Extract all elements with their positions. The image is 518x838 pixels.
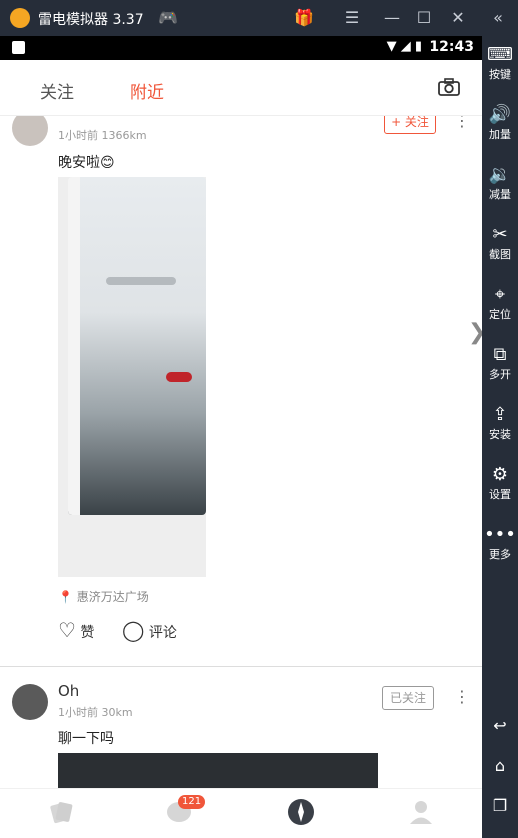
signal-battery-icons: ▼ ◢ ▮: [386, 39, 422, 54]
location-pin-icon: ⌖: [494, 284, 506, 305]
volume-up-icon: 🔊: [488, 104, 512, 125]
comment-bubble-icon: ◯: [122, 618, 145, 642]
sidebar-item-settings[interactable]: ⚙ 设置: [482, 462, 518, 512]
keyboard-icon: ⌨: [487, 44, 513, 65]
sidebar-item-label: 多开: [489, 368, 511, 381]
tab-nearby[interactable]: 附近: [130, 78, 164, 103]
sidebar-item-more[interactable]: ••• 更多: [482, 522, 518, 572]
gamepad-icon[interactable]: 🎮: [156, 6, 180, 30]
chevron-right-icon[interactable]: ❯: [468, 320, 482, 345]
follow-button[interactable]: + 关注: [384, 116, 436, 134]
sidebar-item-label: 按键: [489, 68, 511, 81]
maximize-icon[interactable]: ☐: [412, 6, 436, 30]
emulator-sidebar: ⌨ 按键 🔊 加量 🔉 减量 ✂ 截图 ⌖ 定位 ⧉ 多开 ⇪ 安装 ⚙ 设置 …: [482, 36, 518, 838]
gift-icon[interactable]: 🎁: [292, 6, 316, 30]
sidebar-item-multi-instance[interactable]: ⧉ 多开: [482, 342, 518, 392]
home-icon[interactable]: ⌂: [488, 754, 512, 778]
compass-icon[interactable]: [286, 797, 316, 827]
comment-button[interactable]: ◯ 评论: [122, 618, 177, 642]
close-icon[interactable]: ✕: [446, 6, 470, 30]
followed-button[interactable]: 已关注: [382, 686, 434, 710]
scissors-icon: ✂: [492, 224, 508, 245]
sidebar-item-screenshot[interactable]: ✂ 截图: [482, 222, 518, 272]
window-title: 雷电模拟器 3.37: [38, 12, 144, 28]
bottom-nav: 121: [0, 788, 482, 838]
location-label: 惠济万达广场: [76, 590, 149, 604]
sidebar-item-volume-up[interactable]: 🔊 加量: [482, 102, 518, 152]
menu-icon[interactable]: ☰: [340, 6, 364, 30]
post-divider: [0, 666, 482, 667]
post-meta: 1小时前 30km: [58, 706, 133, 719]
avatar[interactable]: [12, 116, 48, 146]
recent-apps-icon[interactable]: ❐: [488, 794, 512, 818]
multi-instance-icon: ⧉: [493, 344, 507, 365]
like-label: 赞: [80, 625, 95, 641]
emulator-titlebar: 雷电模拟器 3.37 🎮 🎁 ☰ — ☐ ✕ «: [0, 0, 518, 36]
sidebar-item-keys[interactable]: ⌨ 按键: [482, 42, 518, 92]
tab-follow[interactable]: 关注: [40, 78, 74, 103]
unread-badge: 121: [178, 795, 206, 809]
sidebar-item-volume-down[interactable]: 🔉 减量: [482, 162, 518, 212]
post-meta: 1小时前 1366km: [58, 129, 147, 142]
sidebar-item-label: 截图: [489, 248, 511, 261]
android-statusbar: ▼ ◢ ▮ 12:43: [0, 36, 482, 60]
profile-icon[interactable]: [406, 797, 436, 827]
back-icon[interactable]: ↩: [488, 714, 512, 738]
post-image[interactable]: [58, 177, 206, 577]
sidebar-item-label: 更多: [489, 548, 511, 561]
volume-down-icon: 🔉: [488, 164, 512, 185]
location-pin-icon: 📍: [58, 590, 73, 604]
username[interactable]: Oh: [58, 682, 79, 700]
more-options-icon[interactable]: ⋮: [454, 689, 470, 714]
post-image[interactable]: [58, 753, 378, 788]
sidebar-item-label: 安装: [489, 428, 511, 441]
cards-icon[interactable]: [46, 797, 76, 827]
gear-icon: ⚙: [491, 464, 509, 485]
post-text: 晚安啦😊: [58, 155, 115, 171]
status-time: 12:43: [429, 39, 474, 55]
sidebar-item-label: 减量: [489, 188, 511, 201]
more-dots-icon: •••: [484, 524, 516, 545]
sidebar-item-location[interactable]: ⌖ 定位: [482, 282, 518, 332]
apk-install-icon: ⇪: [492, 404, 508, 425]
avatar[interactable]: [12, 684, 48, 720]
minimize-icon[interactable]: —: [380, 6, 404, 30]
location-row[interactable]: 📍 惠济万达广场: [58, 588, 149, 605]
sidebar-item-label: 设置: [489, 488, 511, 501]
emulator-logo-icon: [10, 8, 30, 28]
feed-list[interactable]: 1小时前 1366km + 关注 ⋮ 晚安啦😊 📍 惠济万达广场 ♡ 赞 ◯ 评…: [0, 116, 482, 788]
camera-icon[interactable]: [438, 78, 460, 96]
app-screen: 关注 附近 1小时前 1366km + 关注 ⋮ 晚安啦😊 📍 惠济万达广场 ♡…: [0, 60, 482, 838]
sidebar-item-label: 定位: [489, 308, 511, 321]
comment-label: 评论: [148, 625, 177, 641]
collapse-icon[interactable]: «: [486, 6, 510, 30]
post-photo: [68, 177, 206, 515]
heart-icon: ♡: [58, 618, 76, 642]
top-tabbar: 关注 附近: [0, 60, 482, 116]
sidebar-item-install[interactable]: ⇪ 安装: [482, 402, 518, 452]
more-options-icon[interactable]: ⋮: [454, 116, 470, 138]
sidebar-item-label: 加量: [489, 128, 511, 141]
like-button[interactable]: ♡ 赞: [58, 618, 94, 642]
notification-icon: [12, 41, 25, 54]
post-text: 聊一下吗: [58, 731, 114, 747]
